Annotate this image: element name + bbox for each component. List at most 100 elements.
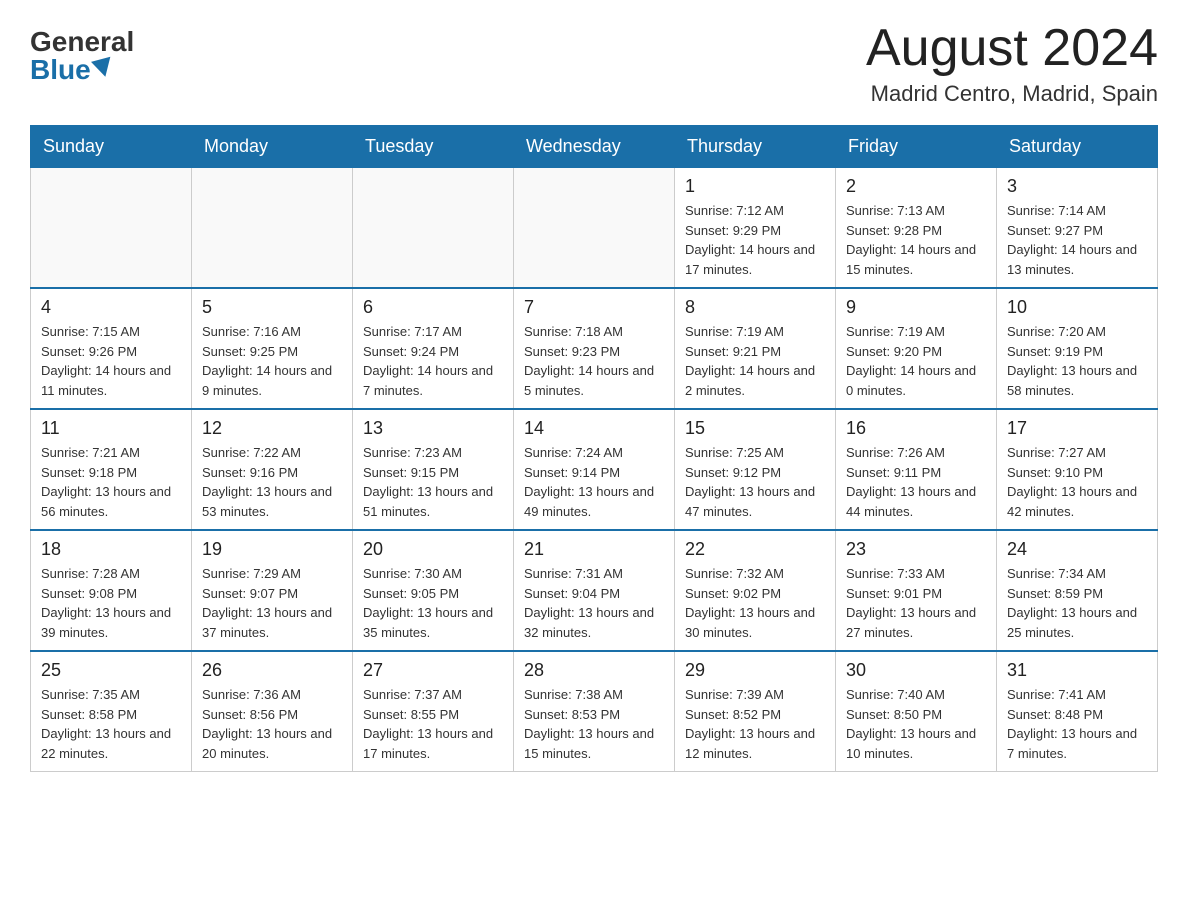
day-info: Sunrise: 7:25 AMSunset: 9:12 PMDaylight:…: [685, 443, 825, 521]
calendar-cell: 12 Sunrise: 7:22 AMSunset: 9:16 PMDayligh…: [192, 409, 353, 530]
calendar-cell: [31, 168, 192, 289]
header-day-saturday: Saturday: [997, 126, 1158, 168]
day-info: Sunrise: 7:34 AMSunset: 8:59 PMDaylight:…: [1007, 564, 1147, 642]
calendar-cell: 31 Sunrise: 7:41 AMSunset: 8:48 PMDayligh…: [997, 651, 1158, 772]
day-number: 26: [202, 660, 342, 681]
day-info: Sunrise: 7:27 AMSunset: 9:10 PMDaylight:…: [1007, 443, 1147, 521]
day-number: 4: [41, 297, 181, 318]
header-row: SundayMondayTuesdayWednesdayThursdayFrid…: [31, 126, 1158, 168]
day-number: 6: [363, 297, 503, 318]
calendar-cell: 29 Sunrise: 7:39 AMSunset: 8:52 PMDayligh…: [675, 651, 836, 772]
calendar-cell: 21Sunrise: 7:31 AMSunset: 9:04 PMDayligh…: [514, 530, 675, 651]
day-info: Sunrise: 7:15 AMSunset: 9:26 PMDaylight:…: [41, 322, 181, 400]
calendar-cell: 26 Sunrise: 7:36 AMSunset: 8:56 PMDayligh…: [192, 651, 353, 772]
header-day-friday: Friday: [836, 126, 997, 168]
day-number: 27: [363, 660, 503, 681]
day-number: 15: [685, 418, 825, 439]
logo-triangle-icon: [91, 57, 115, 80]
day-info: Sunrise: 7:14 AMSunset: 9:27 PMDaylight:…: [1007, 201, 1147, 279]
header-day-wednesday: Wednesday: [514, 126, 675, 168]
day-info: Sunrise: 7:19 AMSunset: 9:21 PMDaylight:…: [685, 322, 825, 400]
day-number: 19: [202, 539, 342, 560]
week-row-4: 18 Sunrise: 7:28 AMSunset: 9:08 PMDayligh…: [31, 530, 1158, 651]
day-number: 28: [524, 660, 664, 681]
calendar-cell: 17Sunrise: 7:27 AMSunset: 9:10 PMDayligh…: [997, 409, 1158, 530]
logo-blue-row: Blue: [30, 56, 113, 84]
calendar-cell: 30Sunrise: 7:40 AMSunset: 8:50 PMDayligh…: [836, 651, 997, 772]
day-number: 29: [685, 660, 825, 681]
calendar-cell: 27 Sunrise: 7:37 AMSunset: 8:55 PMDayligh…: [353, 651, 514, 772]
day-number: 12: [202, 418, 342, 439]
day-info: Sunrise: 7:30 AMSunset: 9:05 PMDaylight:…: [363, 564, 503, 642]
header-day-sunday: Sunday: [31, 126, 192, 168]
day-info: Sunrise: 7:13 AMSunset: 9:28 PMDaylight:…: [846, 201, 986, 279]
calendar-cell: 28 Sunrise: 7:38 AMSunset: 8:53 PMDayligh…: [514, 651, 675, 772]
day-info: Sunrise: 7:37 AMSunset: 8:55 PMDaylight:…: [363, 685, 503, 763]
calendar-cell: [514, 168, 675, 289]
day-info: Sunrise: 7:39 AMSunset: 8:52 PMDaylight:…: [685, 685, 825, 763]
title-area: August 2024 Madrid Centro, Madrid, Spain: [866, 20, 1158, 107]
day-number: 16: [846, 418, 986, 439]
day-info: Sunrise: 7:17 AMSunset: 9:24 PMDaylight:…: [363, 322, 503, 400]
day-number: 21: [524, 539, 664, 560]
week-row-2: 4 Sunrise: 7:15 AMSunset: 9:26 PMDaylight…: [31, 288, 1158, 409]
day-info: Sunrise: 7:22 AMSunset: 9:16 PMDaylight:…: [202, 443, 342, 521]
calendar-cell: 9 Sunrise: 7:19 AMSunset: 9:20 PMDaylight…: [836, 288, 997, 409]
day-info: Sunrise: 7:19 AMSunset: 9:20 PMDaylight:…: [846, 322, 986, 400]
day-info: Sunrise: 7:28 AMSunset: 9:08 PMDaylight:…: [41, 564, 181, 642]
header-day-thursday: Thursday: [675, 126, 836, 168]
calendar-cell: 20 Sunrise: 7:30 AMSunset: 9:05 PMDayligh…: [353, 530, 514, 651]
day-number: 18: [41, 539, 181, 560]
calendar-cell: 4 Sunrise: 7:15 AMSunset: 9:26 PMDaylight…: [31, 288, 192, 409]
logo-general-text: General: [30, 28, 134, 56]
day-info: Sunrise: 7:23 AMSunset: 9:15 PMDaylight:…: [363, 443, 503, 521]
day-number: 1: [685, 176, 825, 197]
day-number: 2: [846, 176, 986, 197]
header: General Blue August 2024 Madrid Centro, …: [30, 20, 1158, 107]
day-info: Sunrise: 7:29 AMSunset: 9:07 PMDaylight:…: [202, 564, 342, 642]
calendar-cell: 3 Sunrise: 7:14 AMSunset: 9:27 PMDaylight…: [997, 168, 1158, 289]
day-number: 31: [1007, 660, 1147, 681]
day-number: 9: [846, 297, 986, 318]
day-number: 5: [202, 297, 342, 318]
day-number: 20: [363, 539, 503, 560]
day-info: Sunrise: 7:26 AMSunset: 9:11 PMDaylight:…: [846, 443, 986, 521]
calendar-cell: [353, 168, 514, 289]
day-number: 3: [1007, 176, 1147, 197]
calendar-cell: 22Sunrise: 7:32 AMSunset: 9:02 PMDayligh…: [675, 530, 836, 651]
day-info: Sunrise: 7:36 AMSunset: 8:56 PMDaylight:…: [202, 685, 342, 763]
day-number: 8: [685, 297, 825, 318]
day-info: Sunrise: 7:33 AMSunset: 9:01 PMDaylight:…: [846, 564, 986, 642]
logo-blue-text: Blue: [30, 56, 91, 84]
day-number: 14: [524, 418, 664, 439]
day-info: Sunrise: 7:12 AMSunset: 9:29 PMDaylight:…: [685, 201, 825, 279]
day-info: Sunrise: 7:35 AMSunset: 8:58 PMDaylight:…: [41, 685, 181, 763]
month-year-title: August 2024: [866, 20, 1158, 77]
calendar-cell: 6 Sunrise: 7:17 AMSunset: 9:24 PMDaylight…: [353, 288, 514, 409]
header-day-monday: Monday: [192, 126, 353, 168]
day-info: Sunrise: 7:20 AMSunset: 9:19 PMDaylight:…: [1007, 322, 1147, 400]
week-row-1: 1 Sunrise: 7:12 AMSunset: 9:29 PMDaylight…: [31, 168, 1158, 289]
calendar-cell: 11Sunrise: 7:21 AMSunset: 9:18 PMDayligh…: [31, 409, 192, 530]
day-number: 7: [524, 297, 664, 318]
calendar-cell: 15 Sunrise: 7:25 AMSunset: 9:12 PMDayligh…: [675, 409, 836, 530]
day-info: Sunrise: 7:24 AMSunset: 9:14 PMDaylight:…: [524, 443, 664, 521]
day-number: 25: [41, 660, 181, 681]
calendar-cell: 14 Sunrise: 7:24 AMSunset: 9:14 PMDayligh…: [514, 409, 675, 530]
logo: General Blue: [30, 20, 134, 84]
day-number: 23: [846, 539, 986, 560]
day-info: Sunrise: 7:32 AMSunset: 9:02 PMDaylight:…: [685, 564, 825, 642]
calendar-cell: 2 Sunrise: 7:13 AMSunset: 9:28 PMDaylight…: [836, 168, 997, 289]
calendar-cell: 8 Sunrise: 7:19 AMSunset: 9:21 PMDaylight…: [675, 288, 836, 409]
calendar-cell: 19 Sunrise: 7:29 AMSunset: 9:07 PMDayligh…: [192, 530, 353, 651]
calendar-cell: 1 Sunrise: 7:12 AMSunset: 9:29 PMDaylight…: [675, 168, 836, 289]
day-info: Sunrise: 7:41 AMSunset: 8:48 PMDaylight:…: [1007, 685, 1147, 763]
day-info: Sunrise: 7:40 AMSunset: 8:50 PMDaylight:…: [846, 685, 986, 763]
calendar-cell: 7 Sunrise: 7:18 AMSunset: 9:23 PMDaylight…: [514, 288, 675, 409]
day-info: Sunrise: 7:18 AMSunset: 9:23 PMDaylight:…: [524, 322, 664, 400]
calendar-cell: 18 Sunrise: 7:28 AMSunset: 9:08 PMDayligh…: [31, 530, 192, 651]
day-info: Sunrise: 7:38 AMSunset: 8:53 PMDaylight:…: [524, 685, 664, 763]
calendar-cell: 13Sunrise: 7:23 AMSunset: 9:15 PMDayligh…: [353, 409, 514, 530]
calendar-table: SundayMondayTuesdayWednesdayThursdayFrid…: [30, 125, 1158, 772]
day-number: 24: [1007, 539, 1147, 560]
